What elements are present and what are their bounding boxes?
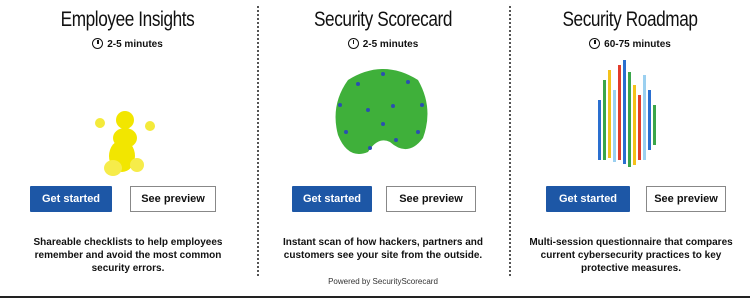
see-preview-button[interactable]: See preview	[386, 186, 476, 212]
card-title: Security Scorecard	[313, 8, 453, 31]
get-started-button[interactable]: Get started	[292, 186, 372, 212]
powered-by-text: Powered by SecurityScorecard	[328, 277, 438, 286]
see-preview-button[interactable]: See preview	[646, 186, 726, 212]
clock-icon	[347, 38, 359, 49]
duration-text: 2-5 minutes	[107, 39, 163, 50]
duration-text: 2-5 minutes	[362, 39, 419, 50]
get-started-button[interactable]: Get started	[546, 186, 630, 212]
duration: 2-5 minutes	[258, 38, 508, 50]
card-description: Shareable checklists to help employees r…	[33, 237, 223, 274]
card-title: Employee Insights	[60, 8, 195, 31]
security-roadmap-illustration	[510, 60, 750, 180]
illustration-svg	[95, 111, 155, 176]
duration-text: 60-75 minutes	[604, 39, 671, 50]
card-employee-insights: Employee Insights 2-5 minutes Get starte…	[0, 0, 255, 300]
clock-icon	[589, 38, 601, 49]
clock-icon	[92, 38, 104, 49]
card-description: Multi-session questionnaire that compare…	[529, 237, 733, 274]
duration: 2-5 minutes	[0, 38, 255, 50]
card-description: Instant scan of how hackers, partners an…	[282, 237, 484, 261]
security-scorecard-illustration	[258, 60, 508, 180]
card-security-scorecard: Security Scorecard 2-5 minutes Get start…	[258, 0, 508, 300]
card-title: Security Roadmap	[562, 8, 698, 31]
see-preview-button[interactable]: See preview	[130, 186, 216, 212]
card-security-roadmap: Security Roadmap 60-75 minutes Get start…	[510, 0, 750, 300]
bottom-border	[0, 296, 750, 298]
get-started-button[interactable]: Get started	[30, 186, 112, 212]
illustration-svg	[598, 60, 656, 167]
duration: 60-75 minutes	[510, 38, 750, 50]
illustration-svg	[335, 69, 428, 154]
employee-insights-illustration	[0, 60, 255, 180]
